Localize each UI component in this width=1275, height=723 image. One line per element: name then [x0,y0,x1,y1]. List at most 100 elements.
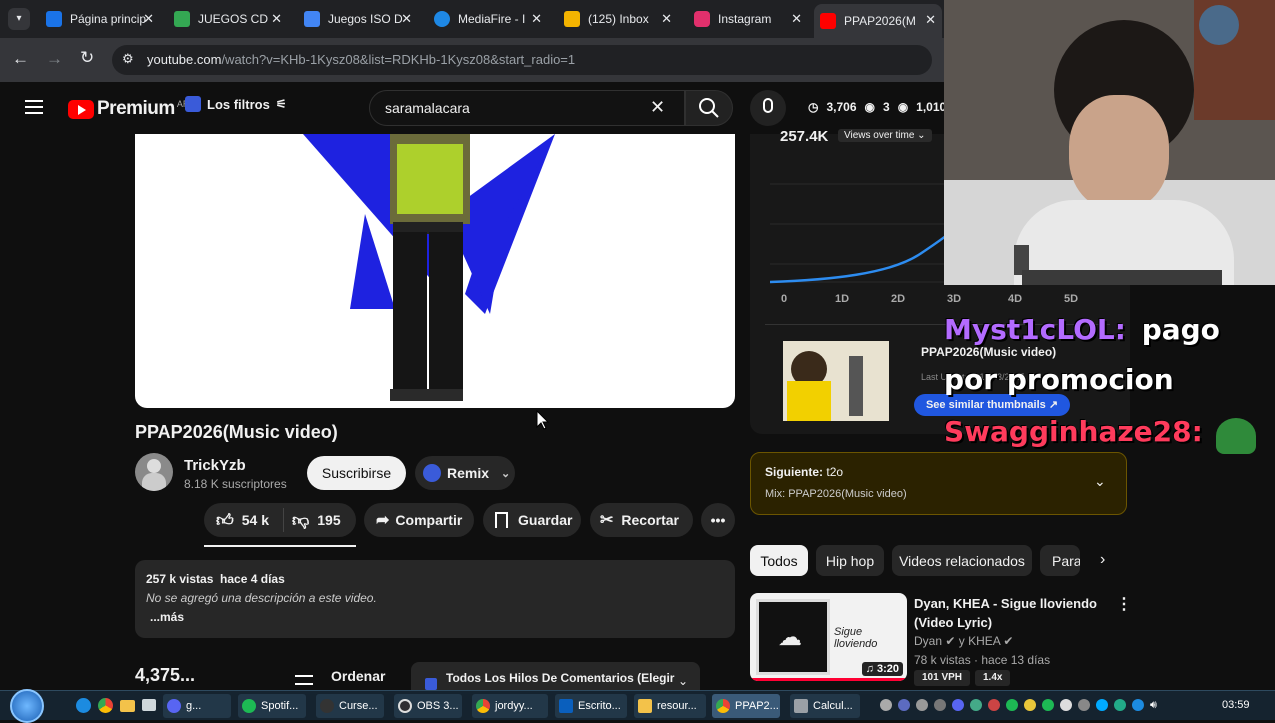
url-path: /watch?v=KHb-1Kysz08&list=RDKHb-1Kysz08&… [221,52,576,67]
stat-a: 3,706 [826,100,857,114]
close-icon[interactable]: ✕ [661,11,672,27]
browser-tab-active[interactable]: PPAP2026(M ✕ [814,4,942,38]
dislike-button[interactable]: 👎︎ 195 [284,510,341,531]
taskbar-item[interactable]: Curse... [316,694,384,718]
chat-message: pago [1141,313,1220,346]
channel-avatar[interactable] [135,453,173,491]
edge-icon[interactable] [76,698,91,713]
stat-b: 3 [883,100,890,114]
close-icon[interactable]: ✕ [271,11,282,27]
show-more-link[interactable]: ...más [150,610,184,624]
comment-filter-dropdown[interactable]: Todos Los Hilos De Comentarios (Elegir ⌄ [411,662,700,690]
channel-name[interactable]: TrickYzb [184,457,246,474]
close-icon[interactable]: ✕ [143,11,154,27]
chip-hip-hop[interactable]: Hip hop [816,545,884,576]
tray-icon[interactable] [898,699,910,711]
views-range-dropdown[interactable]: Views over time ⌄ [838,129,932,142]
browser-tab[interactable]: MediaFire - I ✕ [428,6,548,32]
tray-icon[interactable] [1024,699,1036,711]
clip-button[interactable]: ✂ Recortar [590,503,693,537]
tray-icon[interactable] [1132,699,1144,711]
youtube-icon [820,13,836,29]
share-button[interactable]: ➦ Compartir [364,503,474,537]
browser-tab[interactable]: Juegos ISO D ✕ [298,6,418,32]
tab-search-button[interactable]: ▾ [8,8,30,30]
browser-tab[interactable]: JUEGOS CD ✕ [168,6,288,32]
folder-icon[interactable] [120,700,135,712]
close-icon[interactable]: ✕ [791,11,802,27]
tray-icon[interactable] [1114,699,1126,711]
browser-tab[interactable]: Instagram ✕ [688,6,808,32]
taskbar-item[interactable]: Calcul... [790,694,860,718]
video-player[interactable] [135,134,735,408]
dropdown-label: Views over time [844,130,915,141]
tray-icon[interactable] [970,699,982,711]
youtube-logo[interactable]: Premium AR [68,98,189,120]
start-button[interactable] [10,689,44,723]
taskbar-clock[interactable]: 03:59 [1222,699,1250,711]
pc-icon[interactable] [142,699,156,711]
description-box[interactable]: 257 k vistas hace 4 días No se agregó un… [135,560,735,638]
taskbar-item[interactable]: Spotif... [238,694,306,718]
like-dislike-group: 👍︎ 54 k 👎︎ 195 [204,503,356,537]
browser-tab[interactable]: (125) Inbox ✕ [558,6,678,32]
tray-icon[interactable] [952,699,964,711]
tray-icon[interactable] [916,699,928,711]
browser-tab[interactable]: Página principal✕ [40,6,160,32]
chrome-icon[interactable] [98,698,113,713]
voice-search-button[interactable] [750,90,786,126]
more-icon: ••• [710,512,726,528]
remix-button[interactable]: Remix ⌄ [415,456,515,490]
video-title: PPAP2026(Music video) [135,422,338,442]
url-field[interactable]: ⚙ youtube.com/watch?v=KHb-1Kysz08&list=R… [112,45,932,75]
close-icon[interactable]: ✕ [531,11,542,27]
tray-icon[interactable] [934,699,946,711]
tray-icon[interactable] [1096,699,1108,711]
tab-title: (125) Inbox [588,12,649,26]
chip-all[interactable]: Todos [750,545,808,576]
subscribe-button[interactable]: Suscribirse [307,456,406,490]
youtube-play-icon [68,99,94,119]
tray-icon[interactable] [1078,699,1090,711]
taskbar-item-active[interactable]: PPAP2... [712,694,780,718]
like-progress [204,545,356,547]
sort-comments-button[interactable]: Ordenar [295,667,385,685]
taskbar-label: resour... [657,700,697,712]
subscriber-count: 8.18 K suscriptores [184,477,287,491]
close-icon[interactable]: ✕ [401,11,412,27]
iq-icon [425,678,437,690]
tray-icon[interactable] [1060,699,1072,711]
clear-search-icon[interactable]: ✕ [650,97,665,118]
taskbar-item[interactable]: g... [163,694,231,718]
search-button[interactable] [685,90,733,126]
tray-icon[interactable] [880,699,892,711]
thumbs-up-icon: 👍︎ [216,510,234,530]
clock-icon: ◷ [808,100,819,114]
taskbar-item[interactable]: Escrito... [555,694,627,718]
volume-icon[interactable]: 🔊︎ [1150,699,1157,711]
tab-title: JUEGOS CD [198,12,269,26]
menu-icon[interactable] [25,100,43,114]
back-icon[interactable]: ← [12,49,29,69]
tray-icon[interactable] [1006,699,1018,711]
taskbar-item[interactable]: jordyy... [472,694,548,718]
emote-icon [1216,418,1256,454]
save-button[interactable]: Guardar [483,503,581,537]
taskbar-item[interactable]: resour... [634,694,706,718]
more-actions-button[interactable]: ••• [701,503,735,537]
next-track: t2o [826,465,844,479]
tray-icon[interactable] [1042,699,1054,711]
related-thumbnail[interactable]: ☁ Sigue lloviendo ♫ 3:20 [750,593,907,681]
reload-icon[interactable]: ↻ [80,48,94,68]
site-info-icon[interactable]: ⚙ [122,51,134,67]
bookmark-icon [495,512,508,528]
tray-icon[interactable] [988,699,1000,711]
filters-button[interactable]: Los filtros ⚟ [185,96,287,112]
taskbar-item[interactable]: OBS 3... [394,694,462,718]
remix-label: Remix [447,465,490,481]
video-thumbnail[interactable] [783,341,889,421]
like-button[interactable]: 👍︎ 54 k [204,508,284,532]
close-icon[interactable]: ✕ [925,12,936,28]
search-input[interactable]: saramalacara ✕ [369,90,685,126]
chat-line: por promocion [944,363,1174,396]
